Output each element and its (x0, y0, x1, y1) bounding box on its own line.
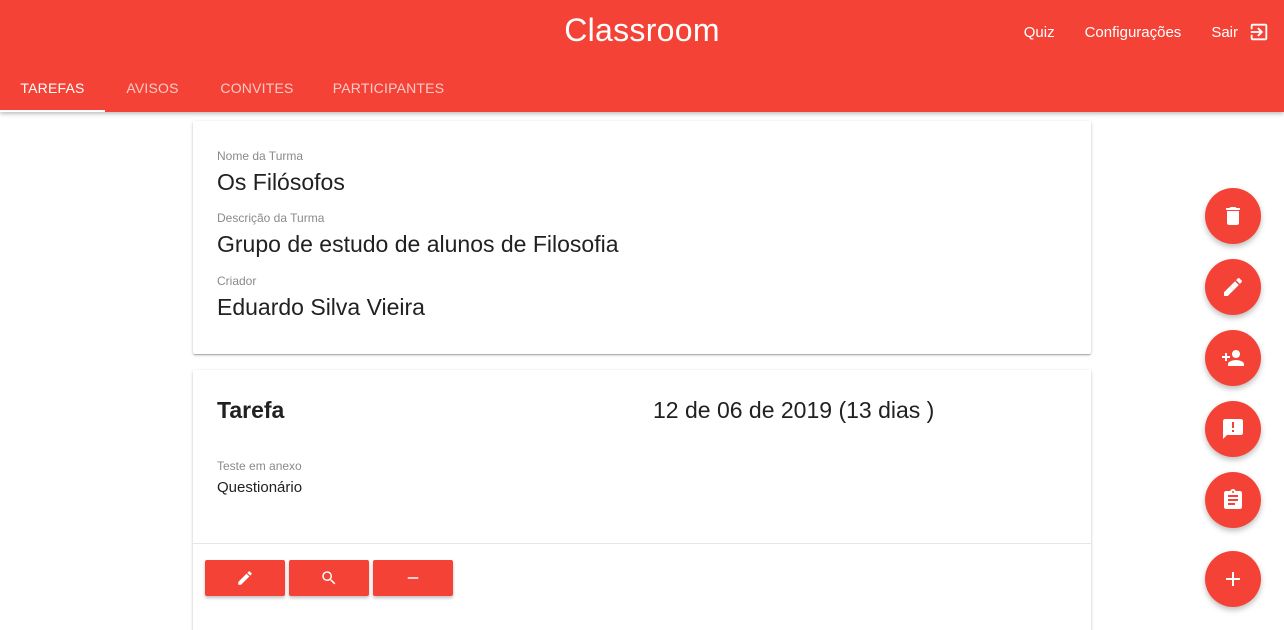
new-assignment-button[interactable] (1205, 472, 1261, 528)
attachment-name: Questionário (217, 479, 303, 496)
remove-task-button[interactable] (373, 560, 453, 596)
divider (193, 543, 1091, 544)
tab-tarefas[interactable]: TAREFAS (0, 64, 105, 112)
invite-participant-button[interactable] (1205, 330, 1261, 386)
logout-button[interactable]: Sair (1211, 21, 1270, 43)
remove-icon (407, 577, 419, 579)
quiz-link[interactable]: Quiz (1024, 24, 1055, 41)
view-task-button[interactable] (289, 560, 369, 596)
person-add-icon (1222, 350, 1244, 366)
edit-task-button[interactable] (205, 560, 285, 596)
search-icon (322, 571, 336, 585)
add-icon (1226, 572, 1240, 586)
class-name: Os Filósofos (217, 169, 345, 195)
edit-icon (238, 571, 252, 585)
class-name-label: Nome da Turma (217, 149, 304, 163)
class-info-card: Nome da Turma Os Filósofos Descrição da … (193, 121, 1091, 354)
exit-icon (1250, 23, 1268, 41)
tab-avisos[interactable]: AVISOS (105, 64, 200, 112)
add-button[interactable] (1205, 551, 1261, 607)
delete-class-button[interactable] (1205, 188, 1261, 244)
announcement-icon (1223, 419, 1243, 439)
tab-bar: TAREFAS AVISOS CONVITES PARTICIPANTES (0, 64, 463, 112)
attachment-label: Teste em anexo (217, 459, 302, 473)
edit-class-button[interactable] (1205, 259, 1261, 315)
class-description: Grupo de estudo de alunos de Filosofia (217, 231, 619, 257)
top-actions: Quiz Configurações Sair (994, 16, 1270, 48)
tab-convites[interactable]: CONVITES (200, 64, 314, 112)
task-title: Tarefa (217, 397, 285, 423)
new-announcement-button[interactable] (1205, 401, 1261, 457)
delete-icon (1226, 207, 1240, 225)
tab-participantes[interactable]: PARTICIPANTES (314, 64, 463, 112)
settings-link[interactable]: Configurações (1085, 24, 1182, 41)
logout-label: Sair (1211, 23, 1238, 41)
assignment-icon (1224, 489, 1242, 509)
task-card: Tarefa 12 de 06 de 2019 (13 dias ) Teste… (193, 370, 1091, 630)
edit-icon (1224, 277, 1243, 296)
class-description-label: Descrição da Turma (217, 211, 325, 225)
app-bar: Classroom Quiz Configurações Sair TAREFA… (0, 0, 1284, 112)
task-due-date: 12 de 06 de 2019 (13 dias ) (653, 397, 935, 423)
creator-label: Criador (217, 274, 257, 288)
creator-name: Eduardo Silva Vieira (217, 294, 425, 320)
